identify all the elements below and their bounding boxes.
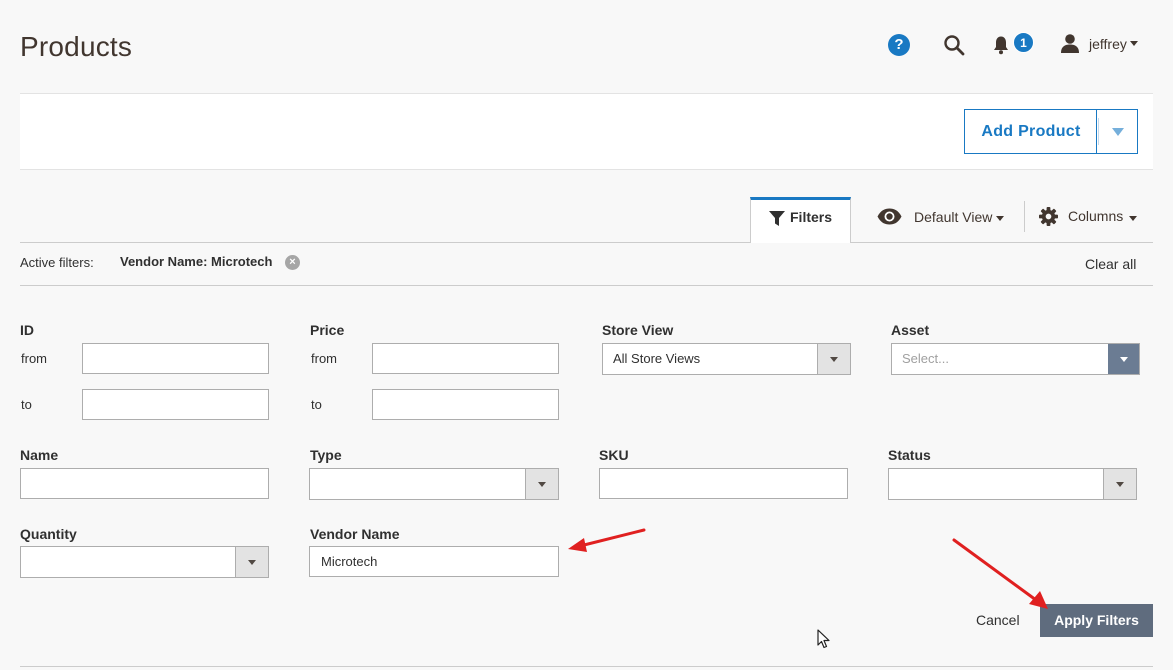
status-filter-label: Status xyxy=(888,447,931,463)
bell-icon[interactable] xyxy=(992,35,1010,55)
filters-tab[interactable]: Filters xyxy=(750,197,851,243)
quantity-select[interactable] xyxy=(20,546,269,578)
toolbar-divider xyxy=(20,242,1153,243)
price-from-label: from xyxy=(311,351,337,366)
asset-placeholder: Select... xyxy=(902,351,949,366)
id-from-input[interactable] xyxy=(82,343,269,374)
annotation-arrow-icon xyxy=(952,538,1048,609)
cursor-icon xyxy=(817,629,830,649)
type-select[interactable] xyxy=(309,468,559,500)
price-from-input[interactable] xyxy=(372,343,559,374)
sku-filter-label: SKU xyxy=(599,447,629,463)
chevron-down-icon[interactable] xyxy=(525,469,558,499)
filter-icon xyxy=(769,211,785,226)
store-view-select[interactable]: All Store Views xyxy=(602,343,851,375)
apply-filters-button[interactable]: Apply Filters xyxy=(1040,604,1153,637)
chevron-down-icon[interactable] xyxy=(817,344,850,374)
page-title: Products xyxy=(20,31,133,62)
user-name[interactable]: jeffrey xyxy=(1089,36,1127,52)
id-to-label: to xyxy=(21,397,32,412)
chevron-down-icon[interactable] xyxy=(1103,469,1136,499)
eye-icon[interactable] xyxy=(877,208,902,225)
id-from-label: from xyxy=(21,351,47,366)
gear-icon[interactable] xyxy=(1039,207,1058,226)
price-to-input[interactable] xyxy=(372,389,559,420)
chevron-down-icon[interactable] xyxy=(1129,216,1137,221)
active-filters-label: Active filters: xyxy=(20,255,94,270)
clear-all-button[interactable]: Clear all xyxy=(1085,256,1136,272)
add-product-menu-toggle[interactable] xyxy=(1096,109,1138,154)
store-view-filter-label: Store View xyxy=(602,322,674,338)
sku-input[interactable] xyxy=(599,468,848,499)
chevron-down-icon[interactable] xyxy=(1130,41,1138,46)
add-product-button[interactable]: Add Product xyxy=(964,109,1097,154)
asset-select[interactable]: Select... xyxy=(891,343,1140,375)
filters-tab-label: Filters xyxy=(790,209,833,225)
id-filter-label: ID xyxy=(20,322,34,338)
quantity-filter-label: Quantity xyxy=(20,526,77,542)
chevron-down-icon[interactable] xyxy=(996,216,1004,221)
chevron-down-icon xyxy=(1112,128,1124,136)
toolbar-separator xyxy=(1024,201,1025,232)
status-select[interactable] xyxy=(888,468,1137,500)
asset-filter-label: Asset xyxy=(891,322,930,338)
filters-bottom-divider xyxy=(20,666,1153,667)
name-input[interactable] xyxy=(20,468,269,499)
id-to-input[interactable] xyxy=(82,389,269,420)
default-view-dropdown[interactable]: Default View xyxy=(914,209,992,225)
cancel-button[interactable]: Cancel xyxy=(976,612,1020,628)
price-filter-label: Price xyxy=(310,322,345,338)
type-filter-label: Type xyxy=(310,447,342,463)
notification-badge[interactable]: 1 xyxy=(1013,32,1034,53)
search-icon[interactable] xyxy=(943,34,965,56)
name-filter-label: Name xyxy=(20,447,59,463)
close-icon[interactable]: × xyxy=(285,255,300,270)
columns-dropdown[interactable]: Columns xyxy=(1068,208,1123,224)
annotation-arrow-icon xyxy=(568,528,646,552)
price-to-label: to xyxy=(311,397,322,412)
vendor-name-input[interactable]: Microtech xyxy=(309,546,559,577)
chevron-down-icon[interactable] xyxy=(1108,344,1139,374)
store-view-value: All Store Views xyxy=(613,351,701,366)
chevron-down-icon[interactable] xyxy=(235,547,268,577)
user-icon[interactable] xyxy=(1060,33,1080,53)
active-filter-chip: Vendor Name: Microtech xyxy=(120,254,273,269)
active-filters-divider xyxy=(20,285,1153,286)
help-icon[interactable]: ? xyxy=(888,34,910,56)
vendor-name-filter-label: Vendor Name xyxy=(310,526,400,542)
